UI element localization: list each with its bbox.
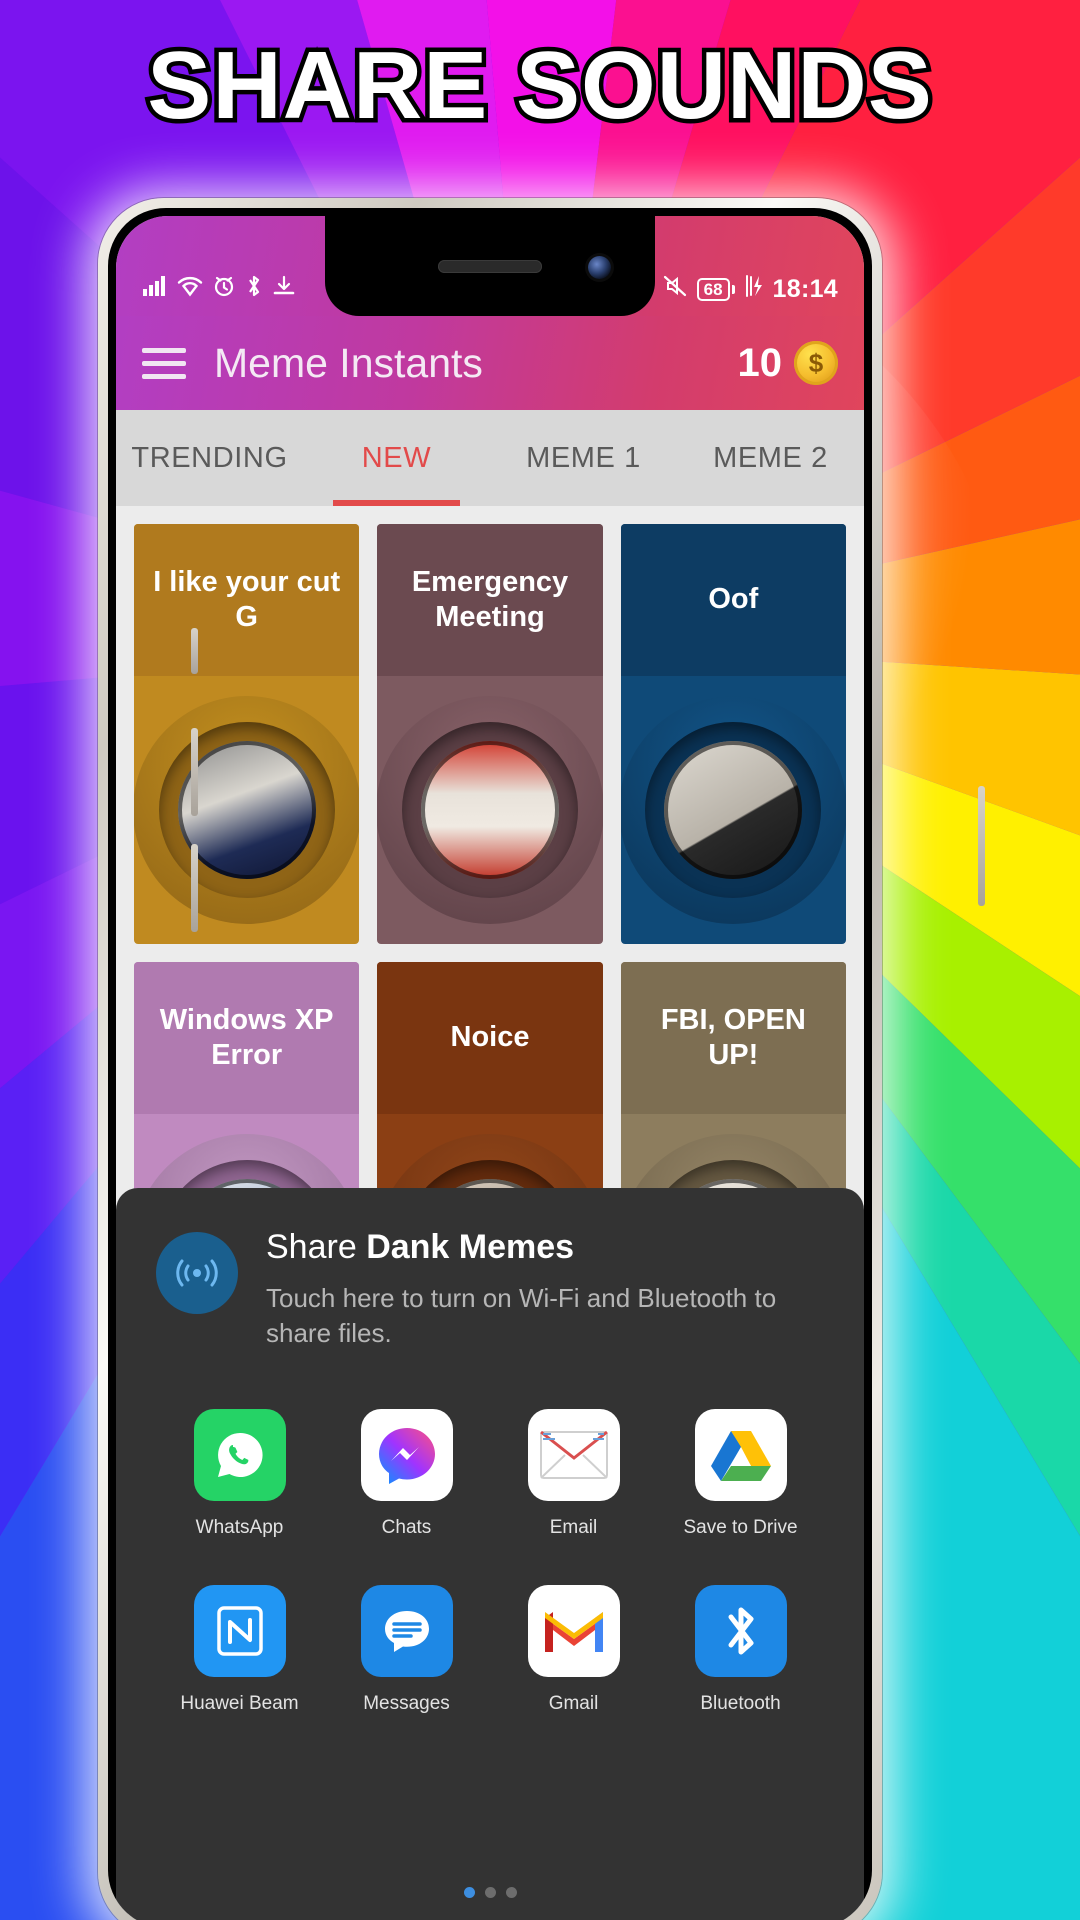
tab-bar: TRENDING NEW MEME 1 MEME 2 <box>116 410 864 506</box>
nfc-icon <box>193 1585 286 1678</box>
share-target-label: Messages <box>363 1693 450 1715</box>
app-title: Meme Instants <box>214 339 483 386</box>
coin-balance[interactable]: 10 $ <box>737 340 838 386</box>
share-target-label: Save to Drive <box>683 1517 798 1539</box>
page-dot[interactable] <box>463 1887 475 1898</box>
battery-indicator: 68 <box>696 277 735 301</box>
wifi-icon <box>177 275 203 303</box>
sound-card-label: Noice <box>377 962 603 1114</box>
share-sheet-subtitle: Touch here to turn on Wi-Fi and Bluetoot… <box>266 1283 777 1349</box>
sound-card[interactable]: Emergency Meeting <box>377 524 603 944</box>
tab-trending[interactable]: TRENDING <box>116 410 303 506</box>
oof-art <box>664 741 803 879</box>
sound-card-label: FBI, OPEN UP! <box>620 962 846 1114</box>
power-button[interactable] <box>978 786 985 906</box>
page-title: SHARE SOUNDS <box>143 31 936 141</box>
sound-card[interactable]: I like your cut G <box>134 524 360 944</box>
gmail-icon <box>527 1585 620 1678</box>
share-sheet: Share Dank Memes Touch here to turn on W… <box>116 1188 864 1920</box>
battery-nub <box>731 284 735 294</box>
status-bar-left <box>142 274 296 304</box>
sound-card-body <box>620 676 846 944</box>
coin-count: 10 <box>737 340 783 385</box>
coin-icon: $ <box>794 341 838 385</box>
messenger-icon <box>360 1409 453 1502</box>
clock-time: 18:14 <box>772 274 838 303</box>
battery-level: 68 <box>696 277 730 301</box>
share-target-email[interactable]: Email <box>494 1409 654 1539</box>
page-dot[interactable] <box>484 1887 496 1898</box>
share-target-messages[interactable]: Messages <box>327 1585 487 1715</box>
share-sheet-title: Share Dank Memes <box>266 1228 824 1267</box>
sound-card[interactable]: Oof <box>620 524 846 944</box>
sound-card-label: Oof <box>620 524 846 676</box>
mute-switch[interactable] <box>191 628 198 674</box>
nearby-share-row[interactable]: Share Dank Memes Touch here to turn on W… <box>156 1228 824 1351</box>
bluetooth-icon <box>245 274 263 304</box>
share-sheet-text: Share Dank Memes Touch here to turn on W… <box>266 1228 824 1351</box>
volume-up-button[interactable] <box>191 728 198 816</box>
share-target-gmail[interactable]: Gmail <box>494 1585 654 1715</box>
sound-card-label: Windows XP Error <box>134 962 360 1114</box>
share-target-grid: WhatsApp Chats Email Save to Drive Huawe… <box>156 1409 824 1715</box>
share-target-whatsapp[interactable]: WhatsApp <box>160 1409 320 1539</box>
sound-card-body <box>377 676 603 944</box>
phone-frame: 68 18:14 Meme Instants 10 $ TRENDING NEW… <box>98 198 985 1920</box>
share-target-label: Huawei Beam <box>180 1693 299 1715</box>
front-camera-icon <box>588 256 611 279</box>
mute-icon <box>662 274 688 304</box>
volume-down-button[interactable] <box>191 844 198 932</box>
bluetooth-icon <box>694 1585 787 1678</box>
tab-meme-2[interactable]: MEME 2 <box>677 410 864 506</box>
sound-card-label: Emergency Meeting <box>377 524 603 676</box>
status-bar-right: 68 18:14 <box>662 274 838 304</box>
google-drive-icon <box>694 1409 787 1502</box>
download-icon <box>272 274 296 304</box>
messages-icon <box>360 1585 453 1678</box>
share-target-label: Chats <box>381 1517 432 1539</box>
cut-g-art <box>177 741 316 879</box>
share-target-label: Bluetooth <box>700 1693 781 1715</box>
notch <box>325 216 655 316</box>
hamburger-menu-icon[interactable] <box>142 340 186 387</box>
signal-icon <box>142 275 168 303</box>
app-bar: Meme Instants 10 $ <box>116 316 864 410</box>
share-target-chats[interactable]: Chats <box>327 1409 487 1539</box>
share-target-drive[interactable]: Save to Drive <box>661 1409 821 1539</box>
share-target-label: WhatsApp <box>195 1517 284 1539</box>
whatsapp-icon <box>193 1409 286 1502</box>
among-us-art <box>420 741 559 879</box>
share-target-bluetooth[interactable]: Bluetooth <box>661 1585 821 1715</box>
sheet-page-dots <box>116 1887 864 1898</box>
share-target-label: Email <box>549 1517 598 1539</box>
share-title-strong: Dank Memes <box>366 1228 575 1266</box>
earpiece-speaker <box>438 260 542 273</box>
share-title-prefix: Share <box>266 1228 367 1266</box>
share-target-huawei-beam[interactable]: Huawei Beam <box>160 1585 320 1715</box>
tab-new[interactable]: NEW <box>303 410 490 506</box>
tab-meme-1[interactable]: MEME 1 <box>490 410 677 506</box>
charging-bolt-icon <box>744 274 764 304</box>
phone-bezel: 68 18:14 Meme Instants 10 $ TRENDING NEW… <box>108 208 872 1920</box>
email-icon <box>527 1409 620 1502</box>
page-dot[interactable] <box>505 1887 517 1898</box>
phone-screen: 68 18:14 Meme Instants 10 $ TRENDING NEW… <box>116 216 864 1920</box>
alarm-icon <box>212 274 236 304</box>
sound-card-label: I like your cut G <box>134 524 360 676</box>
nearby-share-icon <box>156 1232 238 1314</box>
share-target-label: Gmail <box>548 1693 599 1715</box>
sound-card-body <box>134 676 360 944</box>
